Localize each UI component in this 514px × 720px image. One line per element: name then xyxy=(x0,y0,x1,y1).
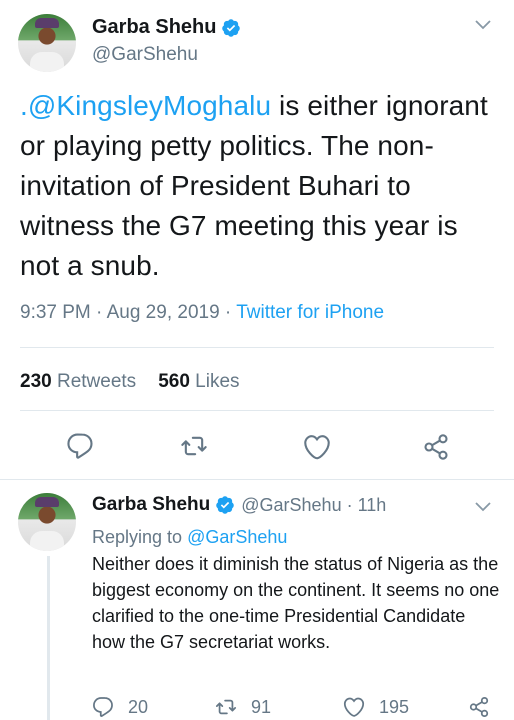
like-action[interactable]: 195 xyxy=(343,696,409,718)
likes-stat[interactable]: 560 Likes xyxy=(158,371,239,393)
retweet-icon[interactable] xyxy=(180,432,208,460)
replying-to-link[interactable]: @GarShehu xyxy=(187,527,287,547)
retweet-action[interactable]: 91 xyxy=(215,696,271,718)
share-icon[interactable] xyxy=(422,433,450,461)
reply-icon[interactable] xyxy=(66,432,94,460)
reply-actions: 20 91 195 xyxy=(0,696,514,720)
replying-to: Replying to @GarShehu xyxy=(92,527,287,548)
retweets-stat[interactable]: 230 Retweets xyxy=(20,371,136,393)
chevron-down-icon[interactable] xyxy=(475,502,491,512)
author-handle[interactable]: @GarShehu xyxy=(92,44,198,66)
retweet-icon xyxy=(215,699,237,715)
share-icon xyxy=(469,696,489,718)
reply-avatar[interactable] xyxy=(18,493,76,551)
author-name-row[interactable]: Garba Shehu xyxy=(92,16,241,39)
reply-author-display-name: Garba Shehu xyxy=(92,494,211,515)
tweet-meta: 9:37 PM · Aug 29, 2019 · Twitter for iPh… xyxy=(20,302,384,324)
divider xyxy=(20,410,494,411)
retweets-label: Retweets xyxy=(56,371,137,392)
replying-prefix: Replying to xyxy=(92,527,188,547)
chevron-down-icon[interactable] xyxy=(475,20,491,30)
retweets-count: 230 xyxy=(20,371,52,392)
reply-icon xyxy=(93,697,113,718)
reply-action[interactable]: 20 xyxy=(92,696,148,718)
verified-badge-icon xyxy=(221,18,241,38)
timestamp[interactable]: 9:37 PM · Aug 29, 2019 · xyxy=(20,302,236,323)
reply-tweet-text: Neither does it diminish the status of N… xyxy=(92,554,500,652)
divider xyxy=(20,347,494,348)
source-link[interactable]: Twitter for iPhone xyxy=(236,302,384,323)
heart-icon xyxy=(343,697,365,717)
retweet-count: 91 xyxy=(251,696,272,717)
author-display-name: Garba Shehu xyxy=(92,16,217,38)
divider xyxy=(0,479,514,480)
likes-count: 560 xyxy=(158,371,190,392)
reply-count: 20 xyxy=(128,696,149,717)
share-action[interactable] xyxy=(468,696,504,718)
avatar[interactable] xyxy=(18,14,76,72)
likes-label: Likes xyxy=(195,371,240,392)
engagement-stats: 230 Retweets 560 Likes xyxy=(20,371,240,393)
reply-handle-time: @GarShehu · 11h xyxy=(241,494,387,515)
like-count: 195 xyxy=(379,696,410,717)
heart-icon[interactable] xyxy=(303,433,331,461)
mention-link[interactable]: .@KingsleyMoghalu xyxy=(20,90,271,121)
reply-author-row[interactable]: Garba Shehu @GarShehu · 11h xyxy=(92,494,386,516)
tweet-text: .@KingsleyMoghalu is either ignorant or … xyxy=(20,86,500,286)
verified-badge-icon xyxy=(215,495,235,515)
